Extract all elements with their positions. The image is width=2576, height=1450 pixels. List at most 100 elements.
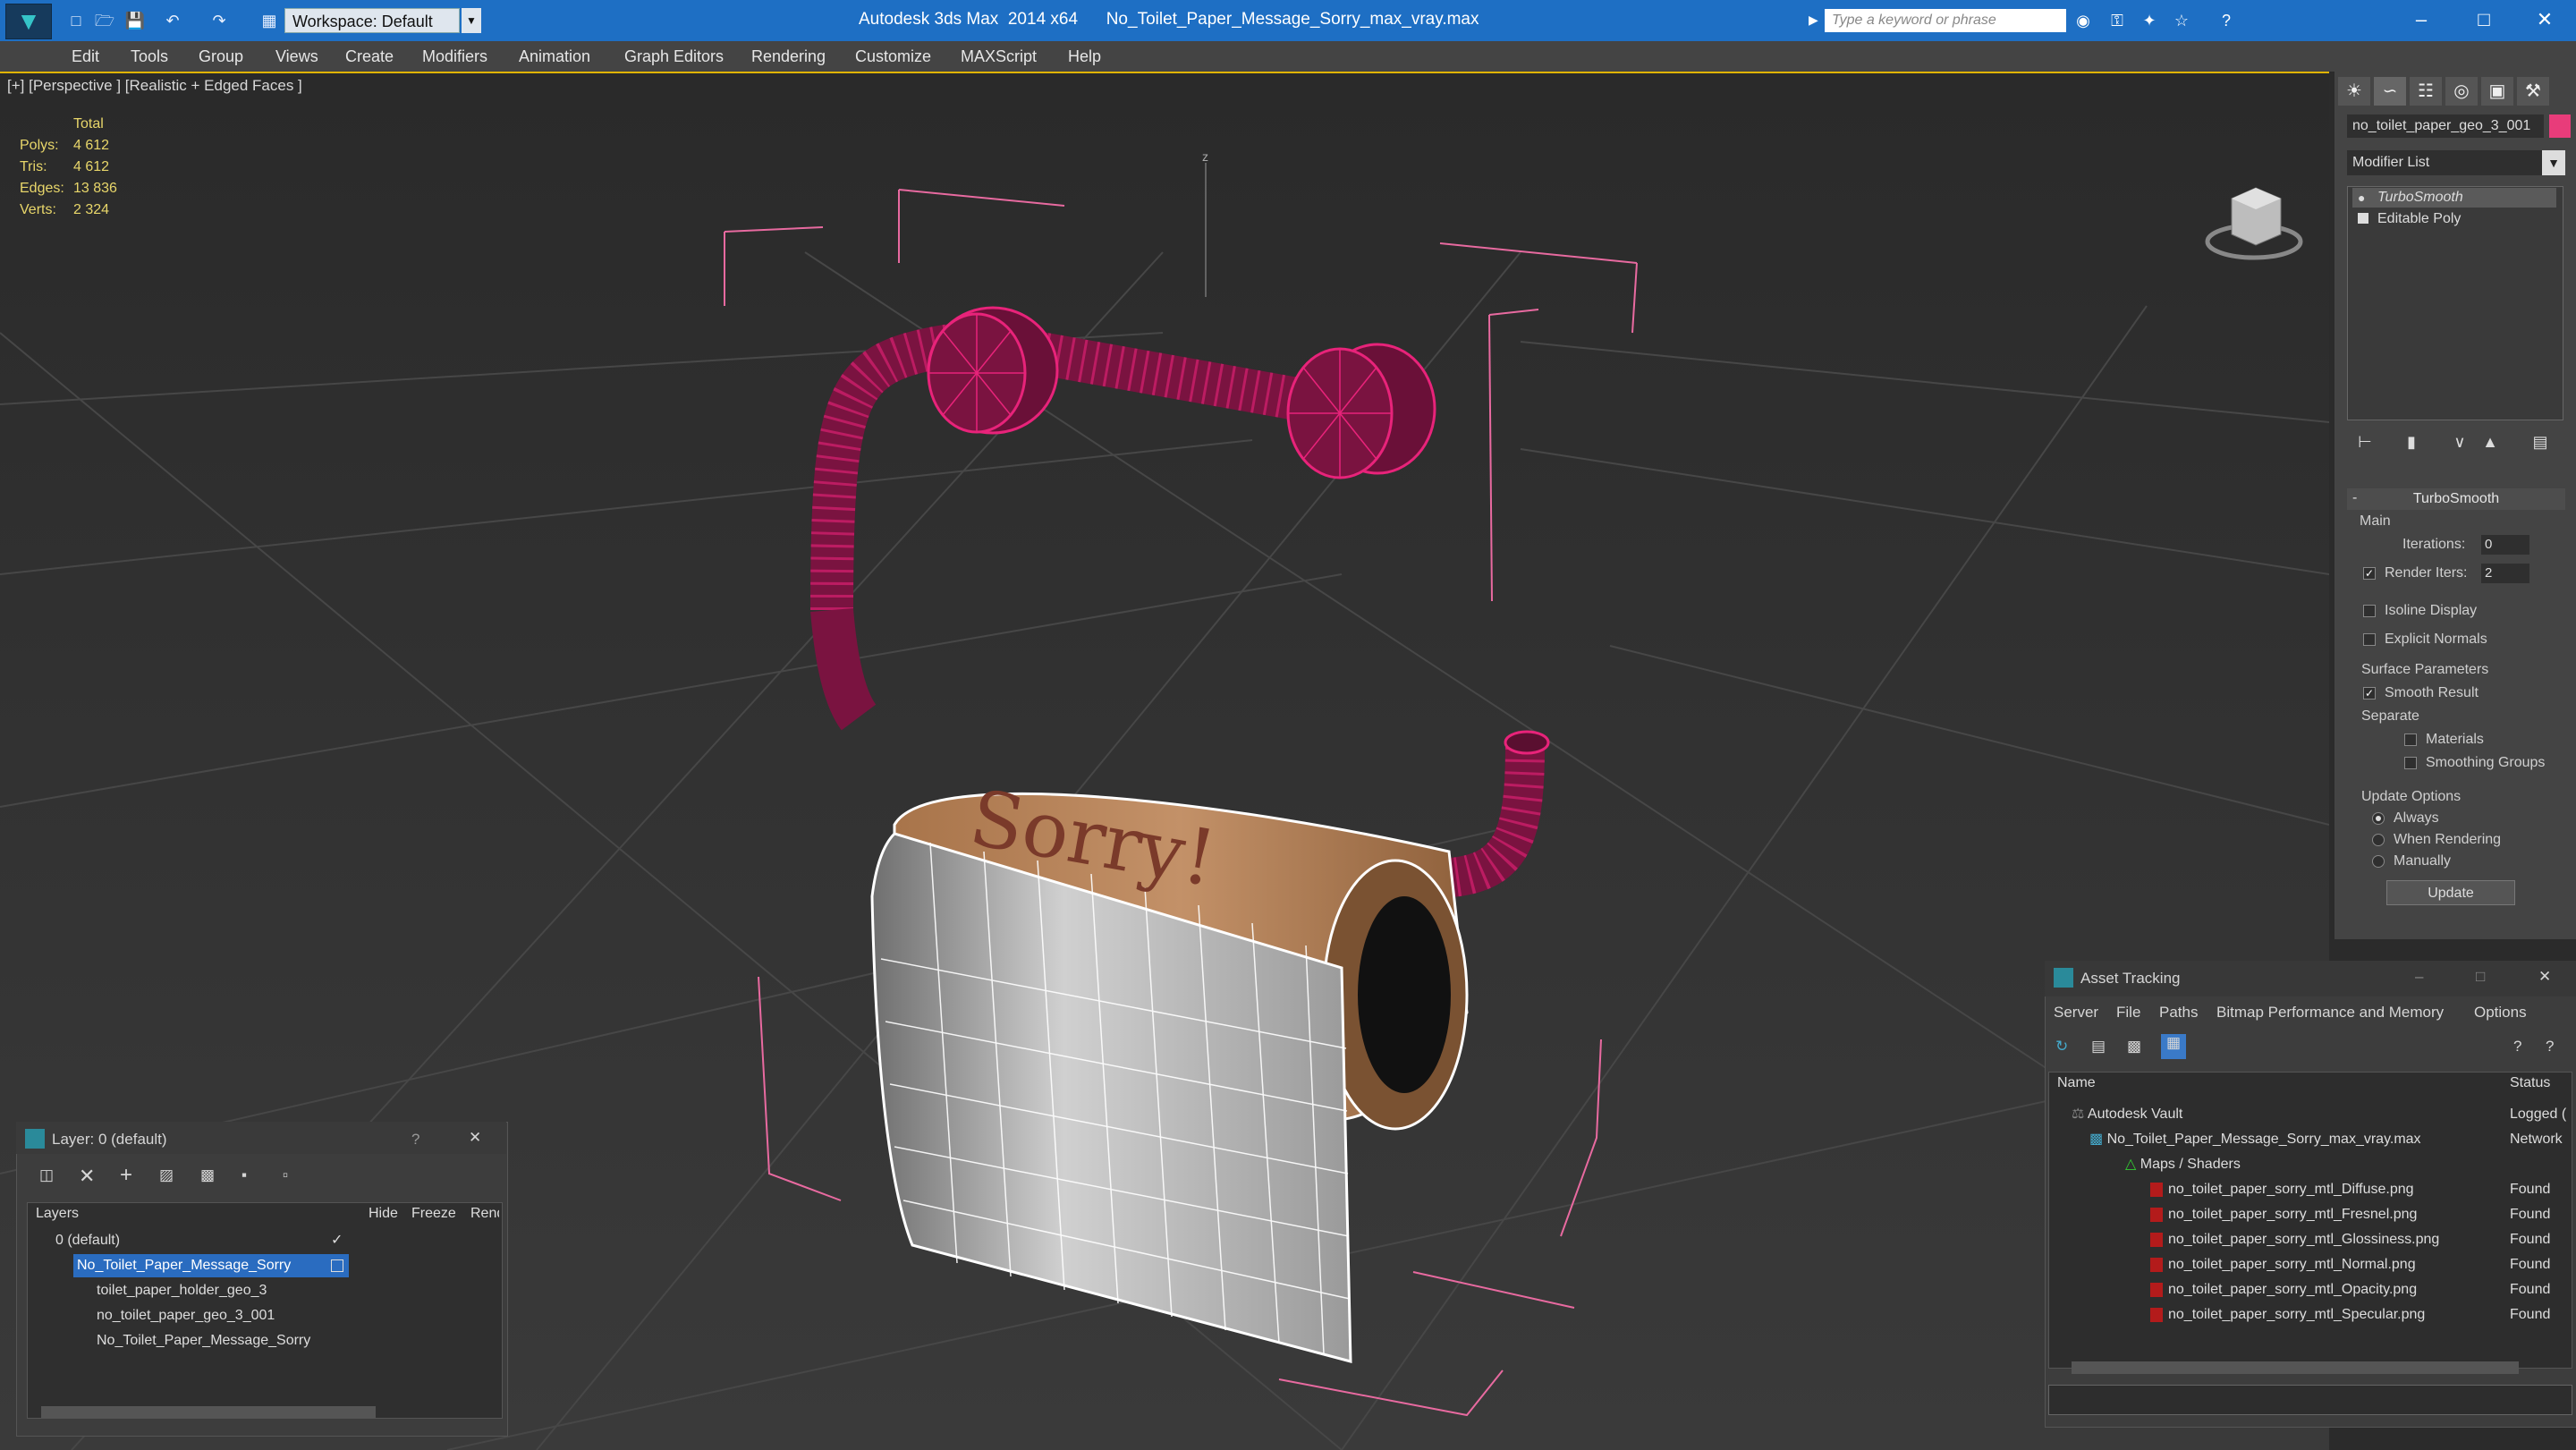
minimize-icon[interactable]: – xyxy=(2415,968,2423,986)
col-render[interactable]: Rend xyxy=(470,1206,499,1222)
star-icon[interactable]: ☆ xyxy=(2172,11,2191,30)
help-icon[interactable]: ? xyxy=(2513,1038,2521,1056)
explicit-normals-checkbox[interactable] xyxy=(2363,633,2376,646)
close-icon[interactable]: ✕ xyxy=(2538,968,2551,986)
layer-hscrollbar[interactable] xyxy=(41,1406,376,1419)
stack-item-turbosmooth[interactable]: TurboSmooth xyxy=(2352,188,2556,208)
menu-help[interactable]: Help xyxy=(1068,41,1101,72)
view-cube-icon[interactable] xyxy=(2209,125,2308,215)
maximize-icon[interactable]: □ xyxy=(2476,968,2485,986)
menu-paths[interactable]: Paths xyxy=(2159,1004,2198,1022)
menu-server[interactable]: Server xyxy=(2054,1004,2098,1022)
lightbulb-icon[interactable]: ● xyxy=(2358,191,2365,205)
render-iters-spinner[interactable]: 2 xyxy=(2481,564,2529,583)
asset-row[interactable]: no_toilet_paper_sorry_mtl_Glossiness.png xyxy=(2050,1227,2569,1252)
isoline-display-checkbox[interactable] xyxy=(2363,605,2376,617)
menu-rendering[interactable]: Rendering xyxy=(751,41,826,72)
project-folder-icon[interactable]: ▦ xyxy=(258,9,281,32)
create-layer-icon[interactable]: ◫ xyxy=(39,1166,54,1184)
menu-group[interactable]: Group xyxy=(199,41,243,72)
menu-customize[interactable]: Customize xyxy=(855,41,931,72)
menu-tools[interactable]: Tools xyxy=(131,41,168,72)
help-icon[interactable]: ? xyxy=(411,1131,419,1149)
tree-view-icon[interactable]: ▩ xyxy=(2127,1038,2141,1056)
menu-animation[interactable]: Animation xyxy=(519,41,590,72)
utilities-tab-icon[interactable]: ⚒ xyxy=(2517,77,2549,106)
smoothing-groups-checkbox[interactable] xyxy=(2404,757,2417,769)
set-current-icon[interactable] xyxy=(331,1259,343,1272)
update-button[interactable]: Update xyxy=(2386,880,2515,905)
save-icon[interactable]: 💾 xyxy=(123,9,147,32)
smooth-result-checkbox[interactable]: ✓ xyxy=(2363,687,2376,700)
hide-all-icon[interactable]: ▪ xyxy=(242,1166,247,1184)
undo-icon[interactable]: ↶ xyxy=(161,9,184,32)
menu-bitmap-performance[interactable]: Bitmap Performance and Memory xyxy=(2216,1004,2444,1022)
modify-tab-icon[interactable]: ∽ xyxy=(2374,77,2406,106)
col-status[interactable]: Status xyxy=(2510,1075,2550,1091)
layer-row[interactable]: no_toilet_paper_geo_3_001 xyxy=(29,1304,499,1327)
turbosmooth-rollout-title[interactable]: TurboSmooth xyxy=(2347,488,2565,510)
col-hide[interactable]: Hide xyxy=(369,1206,398,1222)
col-layers[interactable]: Layers xyxy=(36,1206,79,1222)
iterations-spinner[interactable]: 0 xyxy=(2481,535,2529,555)
asset-row[interactable]: no_toilet_paper_sorry_mtl_Diffuse.png xyxy=(2050,1177,2569,1202)
layer-row[interactable]: toilet_paper_holder_geo_3 xyxy=(29,1279,499,1302)
menu-views[interactable]: Views xyxy=(275,41,318,72)
pin-stack-icon[interactable]: ⊢ xyxy=(2352,429,2377,454)
maximize-icon[interactable]: □ xyxy=(2453,0,2515,41)
menu-modifiers[interactable]: Modifiers xyxy=(422,41,487,72)
expand-arrow-icon[interactable]: ▶ xyxy=(1809,13,1818,28)
object-name-field[interactable]: no_toilet_paper_geo_3_001 xyxy=(2347,114,2544,138)
make-unique-icon[interactable]: ∨ xyxy=(2447,429,2472,454)
asset-row[interactable]: no_toilet_paper_sorry_mtl_Fresnel.png xyxy=(2050,1202,2569,1227)
table-view-icon[interactable]: ▦ xyxy=(2161,1034,2186,1059)
create-tab-icon[interactable]: ☀ xyxy=(2338,77,2370,106)
render-iters-checkbox[interactable]: ✓ xyxy=(2363,567,2376,580)
col-name[interactable]: Name xyxy=(2057,1075,2096,1091)
delete-layer-icon[interactable]: ✕ xyxy=(79,1165,95,1188)
motion-tab-icon[interactable]: ◎ xyxy=(2445,77,2478,106)
key-icon[interactable]: ⚿ xyxy=(2107,11,2127,30)
select-objects-icon[interactable]: ▨ xyxy=(159,1166,174,1184)
asset-hscrollbar[interactable] xyxy=(2072,1361,2519,1374)
new-file-icon[interactable]: □ xyxy=(64,9,88,32)
viewport-label[interactable]: [+] [Perspective ] [Realistic + Edged Fa… xyxy=(7,77,302,95)
refresh-icon[interactable]: ↻ xyxy=(2055,1038,2068,1056)
collapse-icon[interactable]: - xyxy=(2352,490,2357,506)
modifier-list-dropdown[interactable]: Modifier List xyxy=(2347,150,2565,175)
asset-row[interactable]: no_toilet_paper_sorry_mtl_Specular.png xyxy=(2050,1302,2569,1327)
menu-maxscript[interactable]: MAXScript xyxy=(961,41,1037,72)
col-freeze[interactable]: Freeze xyxy=(411,1206,456,1222)
close-icon[interactable]: ✕ xyxy=(469,1129,481,1147)
close-icon[interactable]: ✕ xyxy=(2513,0,2576,41)
help-context-icon[interactable]: ? xyxy=(2546,1038,2554,1056)
menu-create[interactable]: Create xyxy=(345,41,394,72)
layer-row[interactable]: No_Toilet_Paper_Message_Sorry xyxy=(29,1254,499,1277)
menu-file[interactable]: File xyxy=(2116,1004,2140,1022)
menu-options[interactable]: Options xyxy=(2474,1004,2527,1022)
hierarchy-tab-icon[interactable]: ☷ xyxy=(2410,77,2442,106)
add-to-layer-icon[interactable]: + xyxy=(120,1163,132,1188)
manually-radio[interactable] xyxy=(2372,855,2385,868)
configure-sets-icon[interactable]: ▤ xyxy=(2528,429,2553,454)
remove-modifier-icon[interactable]: ▲ xyxy=(2478,429,2503,454)
help-icon[interactable]: ? xyxy=(2216,11,2236,30)
show-end-result-icon[interactable]: ▮ xyxy=(2399,429,2424,454)
asset-row[interactable]: △ Maps / Shaders xyxy=(2050,1152,2569,1177)
layer-row[interactable]: No_Toilet_Paper_Message_Sorry xyxy=(29,1329,499,1352)
menu-edit[interactable]: Edit xyxy=(72,41,99,72)
menu-graph-editors[interactable]: Graph Editors xyxy=(624,41,724,72)
asset-row[interactable]: ▩ No_Toilet_Paper_Message_Sorry_max_vray… xyxy=(2050,1127,2569,1152)
workspace-dropdown[interactable]: Workspace: Default xyxy=(284,8,460,33)
asset-row[interactable]: no_toilet_paper_sorry_mtl_Opacity.png xyxy=(2050,1277,2569,1302)
app-logo-icon[interactable]: ▼ xyxy=(5,4,52,39)
asset-path-field[interactable] xyxy=(2048,1385,2572,1415)
communication-icon[interactable]: ✦ xyxy=(2140,11,2159,30)
chevron-down-icon[interactable]: ▼ xyxy=(462,8,481,33)
materials-checkbox[interactable] xyxy=(2404,733,2417,746)
stack-item-editable-poly[interactable]: Editable Poly xyxy=(2352,209,2556,229)
chevron-down-icon[interactable]: ▼ xyxy=(2542,150,2565,175)
minimize-icon[interactable]: – xyxy=(2390,0,2453,41)
list-view-icon[interactable]: ▤ xyxy=(2091,1038,2106,1056)
asset-row[interactable]: ⚖ Autodesk Vault xyxy=(2050,1102,2569,1127)
